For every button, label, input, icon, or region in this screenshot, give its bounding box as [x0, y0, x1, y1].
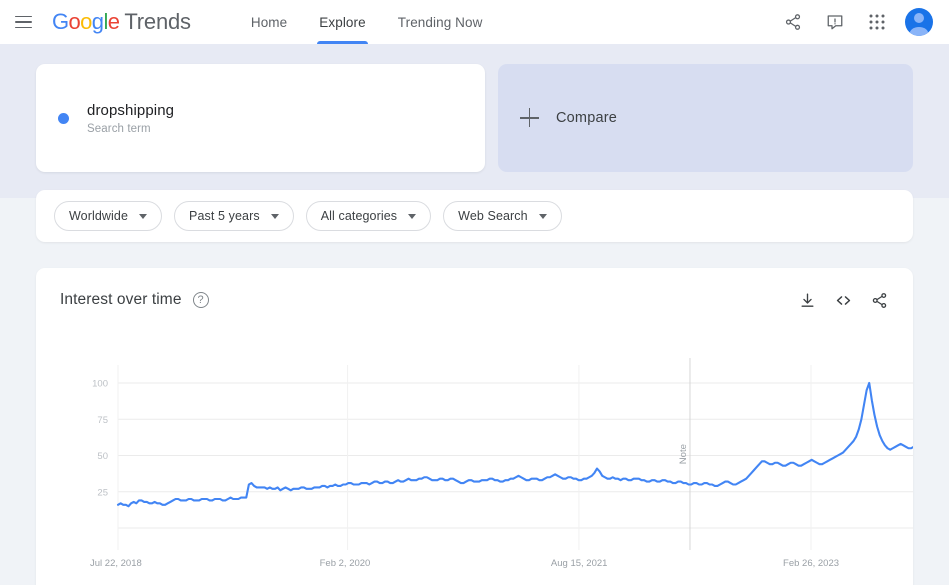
trend-line-chart[interactable]: 25 50 75 100 Jul 22, 2018 Feb 2, 2020 Aug 15, …: [36, 328, 913, 585]
chevron-down-icon: [538, 213, 547, 219]
trend-line-series: [116, 381, 913, 508]
filter-search-type-label: Web Search: [458, 209, 528, 223]
question-mark-icon[interactable]: ?: [192, 292, 209, 308]
share-icon[interactable]: [775, 4, 811, 40]
logo-letter-g: G: [52, 9, 69, 34]
y-axis-tick-label: 25: [97, 487, 108, 498]
filter-location-label: Worldwide: [69, 209, 129, 223]
chevron-down-icon: [139, 213, 148, 219]
filter-time-range-label: Past 5 years: [189, 209, 260, 223]
query-bar: dropshipping Search term Compare: [36, 64, 913, 172]
x-axis-tick-label: Aug 15, 2021: [551, 558, 608, 569]
search-term-texts: dropshipping Search term: [87, 102, 174, 135]
nav-tab-explore[interactable]: Explore: [303, 0, 381, 44]
nav-tab-home-label: Home: [250, 14, 288, 30]
nav-tab-explore-label: Explore: [319, 14, 366, 30]
plus-icon: [520, 108, 540, 128]
chart-title: Interest over time: [60, 291, 182, 308]
filter-category[interactable]: All categories: [305, 201, 432, 231]
note-annotation-label: Note: [678, 444, 689, 464]
feedback-icon[interactable]: [817, 4, 853, 40]
y-axis-tick-label: 75: [97, 415, 108, 426]
logo-letter-o1: o: [68, 9, 81, 34]
download-icon[interactable]: [797, 290, 817, 310]
user-avatar[interactable]: [905, 8, 933, 36]
filter-category-label: All categories: [320, 209, 398, 223]
x-axis-tick-label: Jul 22, 2018: [90, 558, 142, 569]
nav-tab-trending-now[interactable]: Trending Now: [382, 0, 499, 44]
chart-actions: [797, 290, 889, 310]
x-axis-tick-label: Feb 2, 2020: [320, 558, 371, 569]
search-term-card[interactable]: dropshipping Search term: [36, 64, 485, 172]
x-axis-tick-label: Feb 26, 2023: [783, 558, 839, 569]
nav-tab-trending-now-label: Trending Now: [397, 14, 483, 30]
google-wordmark: Google: [52, 9, 120, 35]
share-icon[interactable]: [869, 290, 889, 310]
logo-letter-g2: g: [91, 9, 104, 34]
chevron-down-icon: [408, 213, 417, 219]
app-bar: Google Trends Home Explore Trending Now: [0, 0, 949, 44]
compare-label: Compare: [556, 110, 618, 126]
search-term-type: Search term: [87, 122, 151, 135]
filter-time-range[interactable]: Past 5 years: [174, 201, 294, 231]
y-axis-tick-label: 100: [92, 379, 108, 390]
query-band: dropshipping Search term Compare: [0, 44, 949, 198]
hamburger-line: [14, 15, 32, 18]
filter-bar: Worldwide Past 5 years All categories We…: [36, 190, 913, 242]
trends-wordmark: Trends: [124, 9, 191, 34]
interest-over-time-card: Interest over time ? 25 50 75 100 Jul 22…: [36, 268, 913, 585]
nav-tab-home[interactable]: Home: [235, 0, 303, 44]
app-bar-actions: [775, 4, 933, 40]
search-term-value: dropshipping: [87, 101, 175, 119]
y-axis-tick-label: 50: [97, 451, 108, 462]
interest-over-time-plot[interactable]: 25 50 75 100 Jul 22, 2018 Feb 2, 2020 Aug 15, …: [36, 328, 913, 585]
filter-search-type[interactable]: Web Search: [443, 201, 562, 231]
hamburger-menu-icon[interactable]: [6, 5, 40, 39]
hamburger-line: [14, 26, 32, 29]
logo-letter-e: e: [107, 9, 120, 34]
apps-grid-icon[interactable]: [859, 4, 895, 40]
filter-location[interactable]: Worldwide: [54, 201, 163, 231]
embed-code-icon[interactable]: [833, 290, 853, 310]
chart-header: Interest over time ?: [36, 268, 913, 310]
primary-navigation: Home Explore Trending Now: [235, 0, 499, 44]
compare-button[interactable]: Compare: [498, 64, 913, 172]
hamburger-line: [14, 21, 32, 23]
series-color-dot: [58, 112, 69, 124]
google-trends-logo[interactable]: Google Trends: [52, 9, 191, 35]
logo-letter-o2: o: [80, 9, 92, 34]
chevron-down-icon: [270, 213, 279, 219]
